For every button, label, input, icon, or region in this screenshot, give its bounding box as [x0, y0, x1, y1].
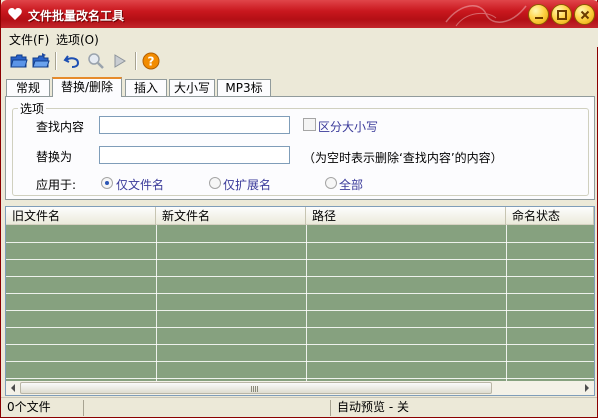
case-sensitive-label: 区分大小写 — [318, 120, 379, 134]
toolbar: ? — [1, 47, 598, 75]
radio-all[interactable] — [325, 177, 337, 189]
title-decoration — [445, 5, 527, 27]
open-folder-icon[interactable] — [10, 52, 28, 70]
replace-hint: （为空时表示删除‘查找内容’的内容） — [303, 151, 503, 165]
window-title: 文件批量改名工具 — [28, 9, 125, 23]
status-middle — [85, 400, 331, 416]
tab-mp3-tags[interactable]: MP3标签 — [217, 79, 271, 111]
grid-line — [506, 225, 507, 381]
tab-insert[interactable]: 插入 — [125, 79, 167, 97]
column-old-name[interactable]: 旧文件名 — [6, 207, 156, 225]
replace-label: 替换为 — [36, 150, 73, 164]
status-preview: 自动预览 - 关 — [337, 400, 409, 414]
save-icon[interactable] — [32, 52, 50, 70]
tab-strip: 常规 替换/删除 插入 大小写 MP3标签 — [1, 77, 598, 111]
tab-replace-delete[interactable]: 替换/删除 — [52, 77, 122, 97]
status-file-count: 0个文件 — [4, 400, 84, 416]
help-icon[interactable]: ? — [142, 52, 160, 70]
minimize-button[interactable] — [528, 4, 549, 25]
find-label: 查找内容 — [36, 120, 85, 134]
horizontal-scrollbar[interactable] — [6, 381, 594, 395]
tab-general[interactable]: 常规 — [6, 79, 50, 97]
title-bar[interactable]: 文件批量改名工具 — [1, 0, 598, 28]
toolbar-separator — [55, 52, 57, 70]
options-legend: 选项 — [18, 100, 47, 117]
svg-text:?: ? — [148, 55, 155, 69]
find-icon[interactable] — [87, 52, 105, 70]
grip-icon — [251, 386, 259, 392]
grid-line — [156, 225, 157, 381]
heart-icon — [7, 6, 23, 22]
menu-options[interactable]: 选项(O) — [56, 31, 99, 48]
close-button[interactable] — [574, 4, 595, 25]
list-body[interactable] — [6, 225, 594, 381]
scroll-right-icon[interactable] — [580, 381, 594, 395]
apply-to-label: 应用于: — [36, 178, 77, 192]
undo-icon[interactable] — [63, 52, 81, 70]
radio-all-label: 全部 — [339, 178, 364, 192]
tab-case[interactable]: 大小写 — [169, 79, 215, 97]
toolbar-separator — [135, 52, 137, 70]
file-list[interactable]: 旧文件名 新文件名 路径 命名状态 — [5, 206, 595, 396]
app-window: 文件批量改名工具 文件(F) 选项(O) ? 常规 替换/删除 插入 大小写 M… — [0, 0, 598, 418]
maximize-button[interactable] — [551, 4, 572, 25]
scroll-left-icon[interactable] — [6, 381, 20, 395]
radio-extension-only[interactable] — [209, 177, 221, 189]
status-bar: 0个文件 自动预览 - 关 — [1, 397, 597, 417]
grid-line — [306, 225, 307, 381]
radio-filename-only[interactable] — [101, 177, 113, 189]
menu-bar: 文件(F) 选项(O) — [1, 28, 598, 47]
radio-extension-label: 仅扩展名 — [223, 178, 272, 192]
case-sensitive-checkbox[interactable] — [303, 118, 316, 131]
column-new-name[interactable]: 新文件名 — [156, 207, 306, 225]
replace-input[interactable] — [99, 146, 290, 164]
radio-filename-label: 仅文件名 — [116, 178, 165, 192]
list-header: 旧文件名 新文件名 路径 命名状态 — [6, 207, 594, 225]
menu-file[interactable]: 文件(F) — [9, 31, 49, 48]
column-status[interactable]: 命名状态 — [506, 207, 594, 225]
scroll-thumb[interactable] — [20, 382, 492, 394]
run-icon[interactable] — [111, 52, 129, 70]
find-input[interactable] — [99, 116, 290, 134]
column-path[interactable]: 路径 — [306, 207, 506, 225]
